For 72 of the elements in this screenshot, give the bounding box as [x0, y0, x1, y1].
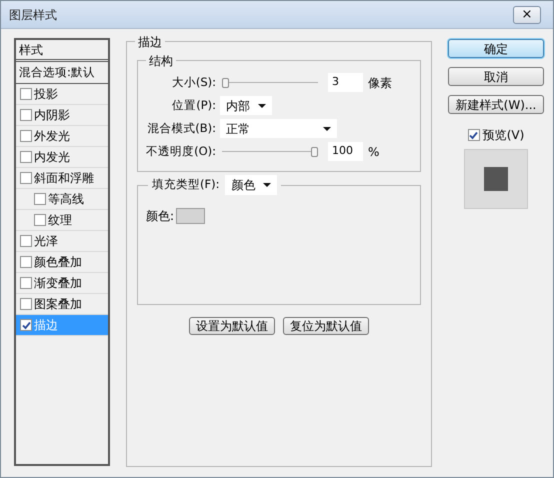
item-label: 描边 [34, 317, 58, 334]
checkbox[interactable] [20, 235, 32, 247]
checkbox[interactable] [20, 172, 32, 184]
field-label: 位置(P): [171, 96, 217, 114]
caret-icon [258, 104, 266, 108]
field-label: 不透明度(O): [145, 142, 217, 160]
checkbox[interactable] [20, 319, 32, 331]
list-item[interactable]: 投影 [16, 84, 108, 105]
group-title: 结构 [146, 52, 176, 70]
item-label: 纹理 [48, 212, 72, 229]
list-item[interactable]: 渐变叠加 [16, 273, 108, 294]
field-label: 填充类型(F): [152, 176, 220, 194]
item-label: 渐变叠加 [34, 275, 82, 292]
list-item[interactable]: 外发光 [16, 126, 108, 147]
item-label: 等高线 [48, 191, 84, 208]
checkbox[interactable] [34, 214, 46, 226]
list-header: 样式 [16, 40, 108, 62]
list-item[interactable]: 颜色叠加 [16, 252, 108, 273]
item-label: 内阴影 [34, 107, 70, 124]
list-item[interactable]: 内发光 [16, 147, 108, 168]
input-field[interactable]: 100 [328, 142, 363, 161]
dropdown-value: 颜色 [231, 177, 256, 194]
checkbox[interactable] [468, 129, 480, 141]
list-item[interactable]: 光泽 [16, 231, 108, 252]
list-item[interactable]: 等高线 [16, 189, 108, 210]
checkbox[interactable] [20, 130, 32, 142]
checkbox[interactable] [20, 88, 32, 100]
input-field[interactable]: 3 [328, 73, 363, 92]
item-label: 投影 [34, 86, 58, 103]
slider-thumb[interactable] [311, 146, 318, 156]
field-label: 颜色: [146, 208, 174, 225]
item-label: 图案叠加 [34, 296, 82, 313]
checkbox[interactable] [20, 256, 32, 268]
field-label: 混合模式(B): [146, 120, 217, 137]
checkbox[interactable] [20, 109, 32, 121]
dialog-button[interactable]: 取消 [448, 67, 544, 86]
checkbox[interactable] [20, 298, 32, 310]
unit-label: % [368, 144, 380, 160]
list-item[interactable]: 斜面和浮雕 [16, 168, 108, 189]
window-title: 图层样式 [9, 6, 57, 24]
checkbox[interactable] [20, 151, 32, 163]
dropdown-value: 内部 [226, 98, 250, 114]
slider[interactable] [222, 78, 318, 88]
item-label: 外发光 [34, 128, 70, 145]
caret-icon [263, 183, 272, 187]
checkbox[interactable] [34, 193, 46, 205]
action-button[interactable]: 复位为默认值 [283, 317, 369, 335]
close-button[interactable]: × [513, 6, 541, 24]
unit-label: 像素 [368, 74, 392, 92]
checkbox[interactable] [20, 277, 32, 289]
dialog-button[interactable]: 确定 [448, 39, 544, 58]
list-item[interactable]: 纹理 [16, 210, 108, 231]
item-label: 斜面和浮雕 [34, 170, 94, 187]
section-title: 描边 [135, 33, 165, 51]
caret-icon [323, 126, 331, 130]
action-button[interactable]: 设置为默认值 [189, 317, 275, 335]
item-label: 颜色叠加 [34, 254, 82, 271]
dropdown-value: 正常 [226, 120, 250, 138]
list-item[interactable]: 混合选项:默认 [16, 62, 108, 84]
preview-square [484, 167, 508, 191]
field-label: 大小(S): [170, 74, 217, 91]
slider-thumb[interactable] [222, 78, 229, 88]
list-item[interactable]: 内阴影 [16, 105, 108, 126]
dropdown[interactable]: 内部 [220, 96, 272, 115]
dropdown[interactable]: 颜色 [225, 175, 278, 195]
item-label: 内发光 [34, 149, 70, 166]
item-label: 光泽 [34, 233, 58, 250]
checkbox-label: 预览(V) [482, 127, 524, 144]
dropdown[interactable]: 正常 [220, 119, 337, 138]
dialog-button[interactable]: 新建样式(W)... [448, 95, 544, 114]
color-swatch[interactable] [176, 208, 206, 224]
slider[interactable] [222, 146, 318, 156]
